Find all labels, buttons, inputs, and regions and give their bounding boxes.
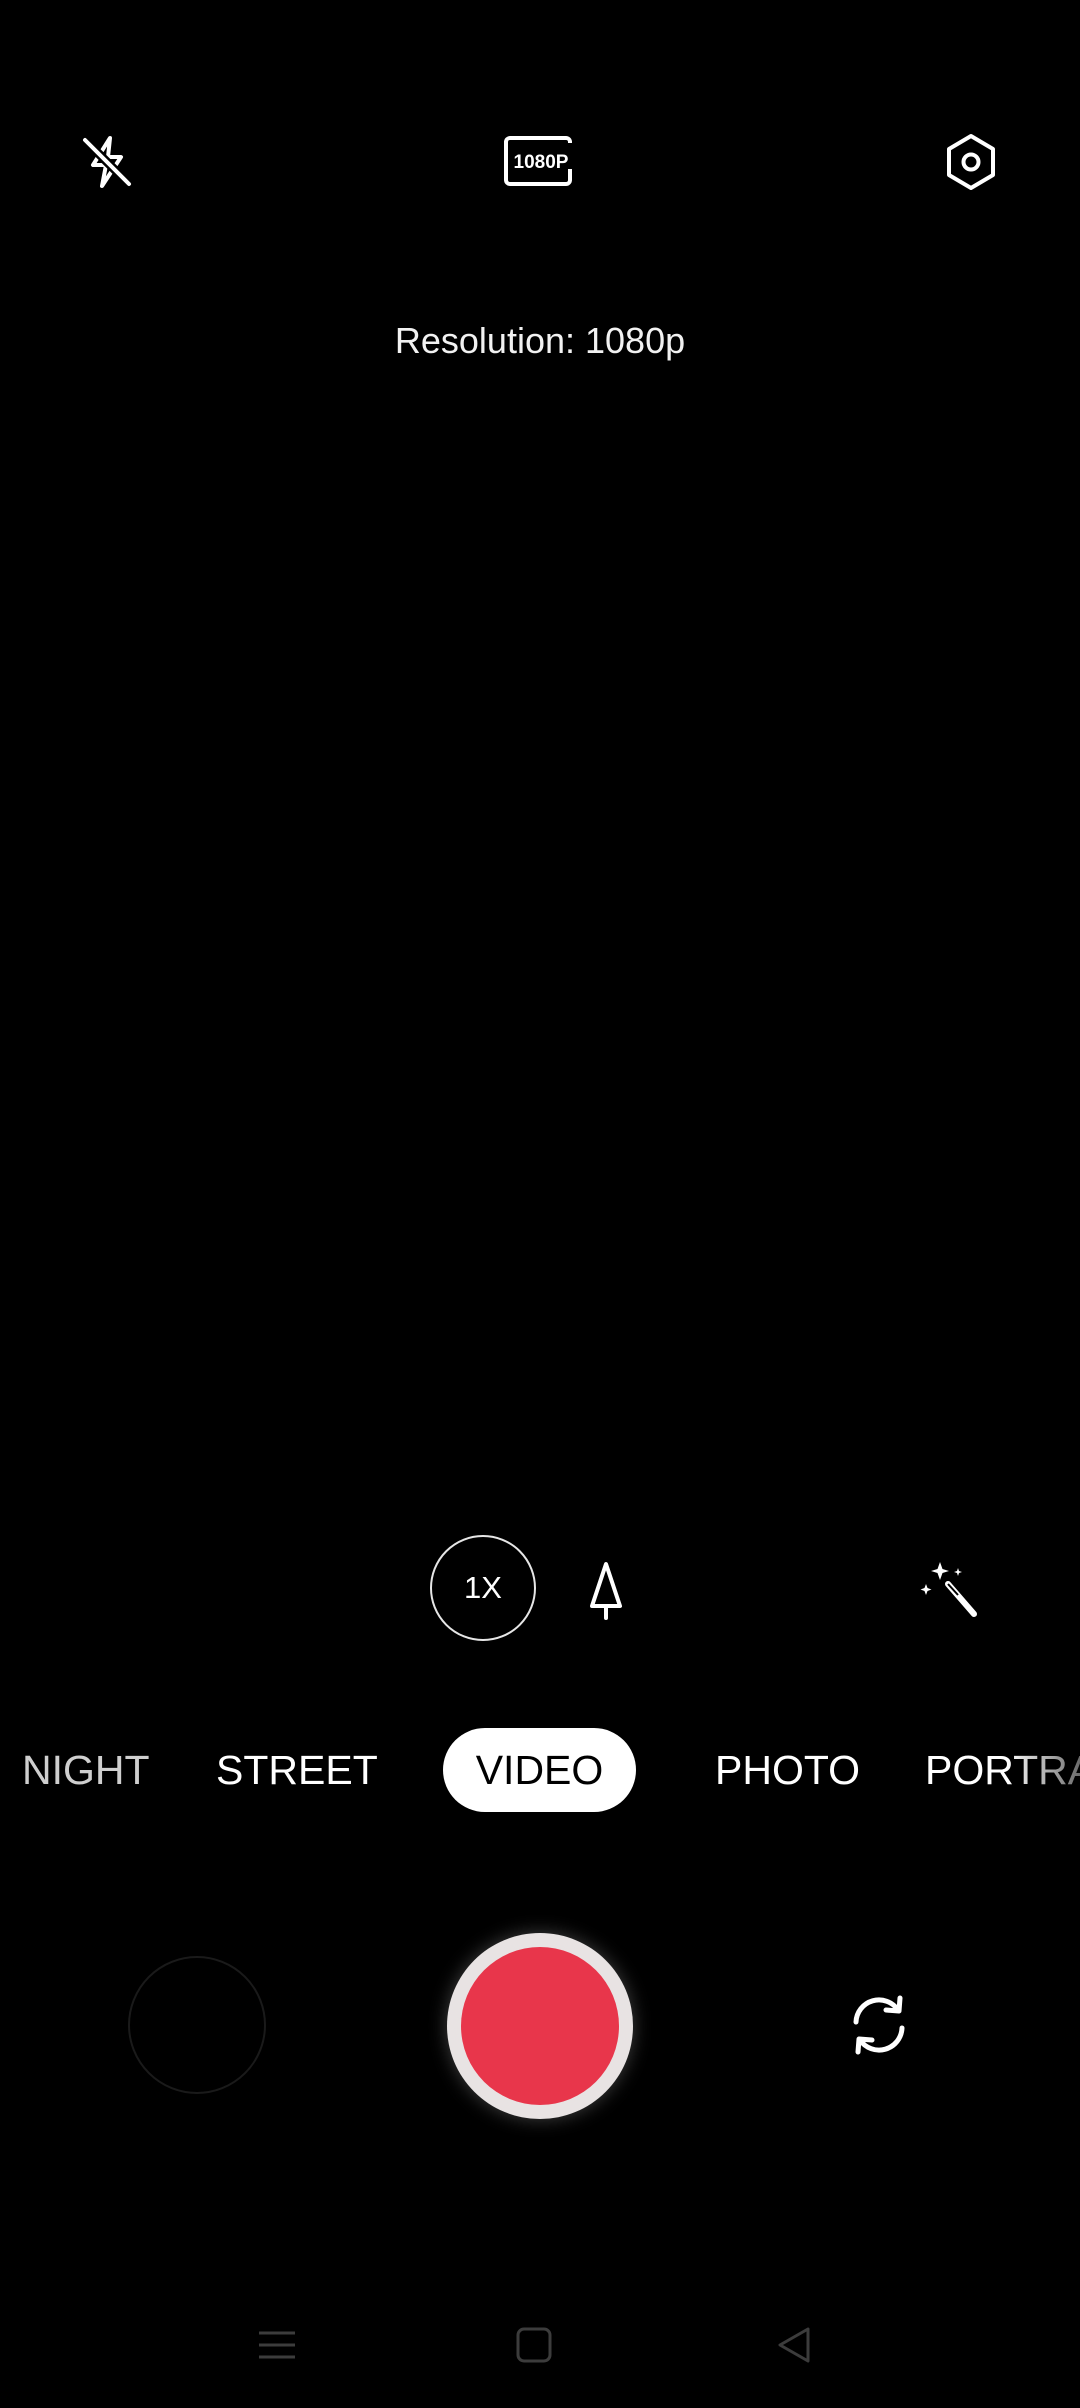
nav-menu-button[interactable] <box>242 2310 312 2380</box>
mode-video-selected[interactable]: VIDEO <box>443 1728 636 1812</box>
home-icon <box>516 2327 552 2363</box>
zoom-button[interactable]: 1X <box>430 1535 536 1641</box>
resolution-toast: Resolution: 1080p <box>394 320 686 361</box>
record-button-inner <box>461 1947 619 2105</box>
magic-wand-icon <box>920 1562 977 1617</box>
gallery-thumbnail[interactable] <box>128 1956 266 2094</box>
resolution-1080p-icon: 1080P <box>504 136 577 186</box>
mode-night[interactable]: NIGHT <box>22 1728 150 1812</box>
nav-home-button[interactable] <box>499 2310 569 2380</box>
nav-back-button[interactable] <box>759 2310 829 2380</box>
zoom-label: 1X <box>464 1570 502 1605</box>
resolution-button[interactable]: 1080P <box>492 114 588 210</box>
tree-icon <box>590 1562 622 1620</box>
resolution-badge-text: 1080P <box>514 152 569 173</box>
back-icon <box>778 2327 810 2363</box>
flash-off-icon <box>81 136 133 188</box>
settings-button[interactable] <box>923 114 1019 210</box>
flash-toggle-button[interactable] <box>59 114 155 210</box>
menu-icon <box>259 2331 295 2359</box>
mode-photo[interactable]: PHOTO <box>715 1728 860 1812</box>
switch-camera-icon <box>853 1995 905 2055</box>
tilt-shift-button[interactable] <box>570 1548 642 1632</box>
beauty-effects-button[interactable] <box>905 1548 995 1632</box>
record-button[interactable] <box>447 1933 633 2119</box>
mode-portrait[interactable]: PORTRAIT <box>925 1728 1080 1812</box>
settings-hexagon-icon <box>947 134 995 190</box>
switch-camera-button[interactable] <box>832 1978 926 2072</box>
mode-street[interactable]: STREET <box>216 1728 378 1812</box>
